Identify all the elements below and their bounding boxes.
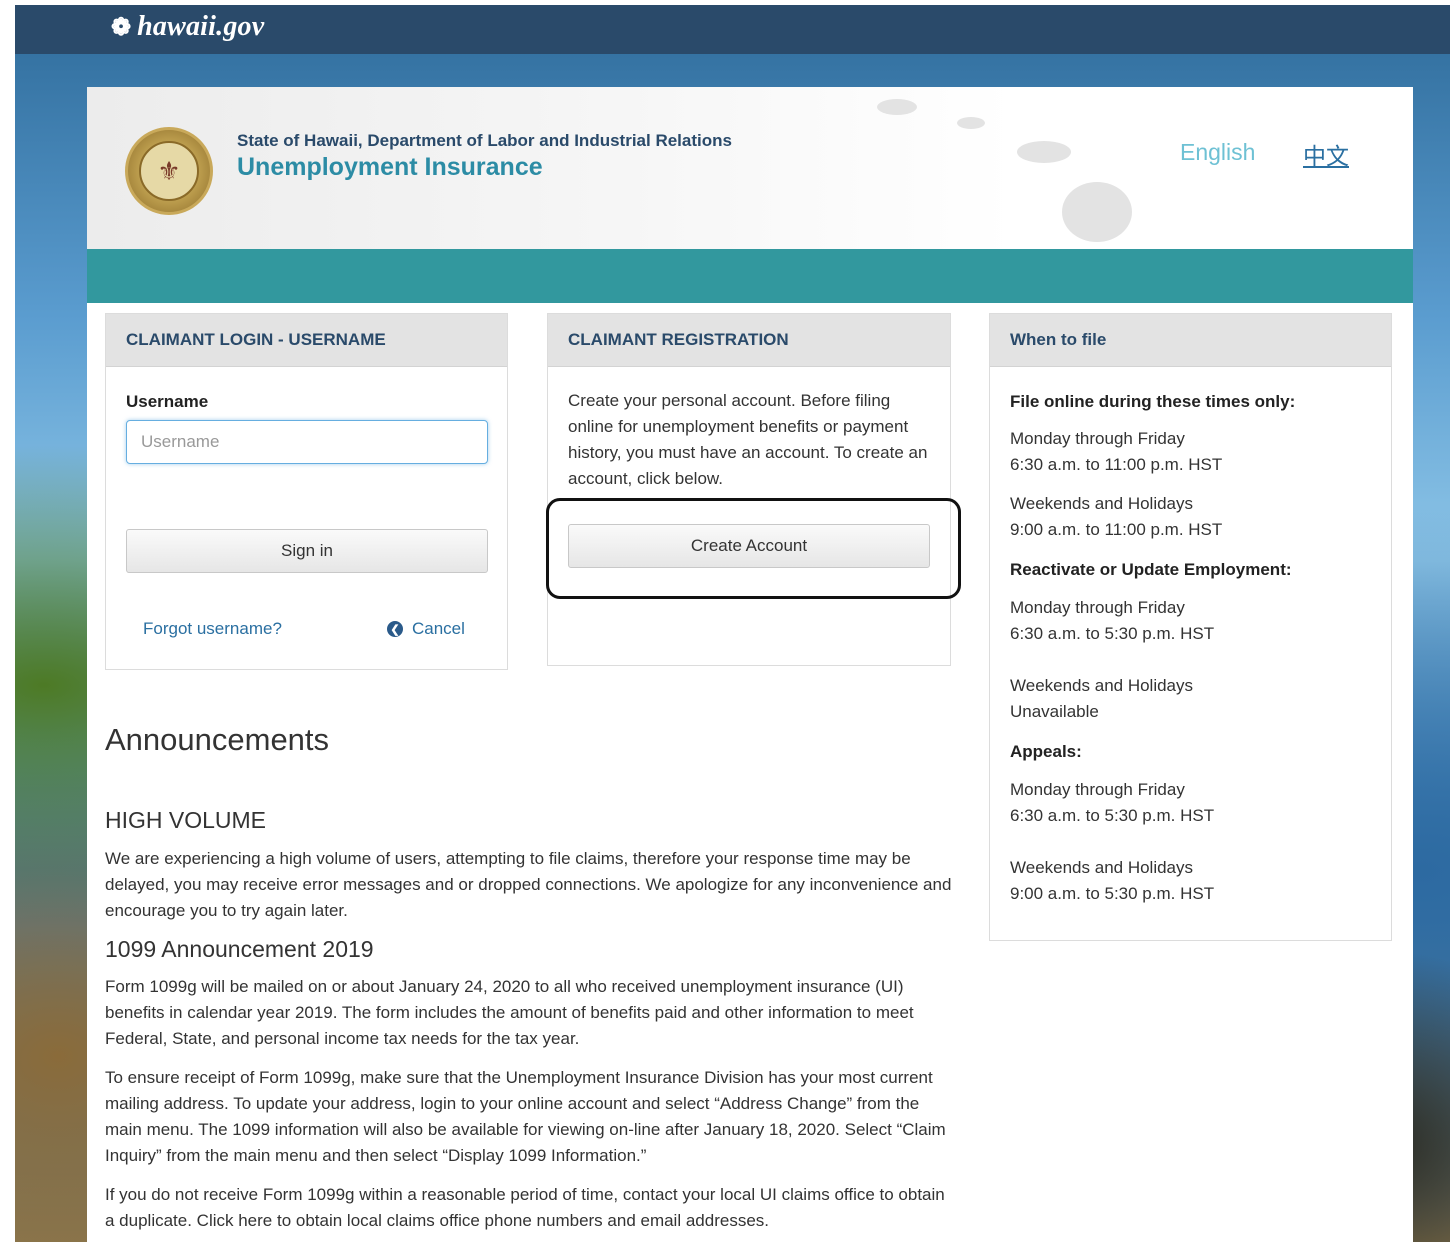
back-arrow-icon: ❮	[387, 621, 403, 637]
announcement-paragraph: To ensure receipt of Form 1099g, make su…	[105, 1068, 946, 1165]
language-english-link[interactable]: English	[1180, 139, 1255, 166]
when-to-file-box: When to file File online during these ti…	[989, 313, 1392, 941]
agency-name: State of Hawaii, Department of Labor and…	[237, 131, 732, 150]
schedule-hours: 6:30 a.m. to 11:00 p.m. HST	[1010, 455, 1223, 474]
schedule-days: Weekends and Holidays	[1010, 494, 1194, 513]
schedule-hours: 9:00 a.m. to 5:30 p.m. HST	[1010, 884, 1215, 903]
state-seal-icon: ⚜	[125, 127, 213, 215]
registration-box-title: CLAIMANT REGISTRATION	[548, 314, 950, 367]
username-input[interactable]	[126, 420, 488, 464]
nav-bar	[87, 249, 1413, 303]
announcement-paragraph: If you do not receive Form 1099g within …	[105, 1185, 945, 1230]
schedule-hours: 6:30 a.m. to 5:30 p.m. HST	[1010, 806, 1215, 825]
schedule-heading: Reactivate or Update Employment:	[1010, 560, 1292, 579]
forgot-username-link[interactable]: Forgot username?	[143, 619, 282, 639]
schedule-days: Monday through Friday	[1010, 598, 1185, 617]
schedule-days: Weekends and Holidays	[1010, 858, 1194, 877]
seal-emblem: ⚜	[139, 141, 199, 201]
announcement-paragraph: Form 1099g will be mailed on or about Ja…	[105, 977, 914, 1048]
when-to-file-title: When to file	[990, 314, 1391, 367]
schedule-entry: Weekends and Holidays 9:00 a.m. to 11:00…	[1010, 491, 1222, 543]
site-header: ⚜ State of Hawaii, Department of Labor a…	[87, 87, 1413, 249]
registration-box: CLAIMANT REGISTRATION Create your person…	[547, 313, 951, 666]
program-title: Unemployment Insurance	[237, 153, 543, 181]
sign-in-button[interactable]: Sign in	[126, 529, 488, 573]
main-panel: ⚜ State of Hawaii, Department of Labor a…	[87, 87, 1413, 1242]
schedule-entry: Weekends and Holidays Unavailable	[1010, 673, 1193, 725]
map-island-shape	[877, 99, 917, 115]
schedule-hours: Unavailable	[1010, 702, 1099, 721]
top-bar: ❁ hawaii.gov	[15, 5, 1450, 54]
schedule-entry: Monday through Friday 6:30 a.m. to 11:00…	[1010, 426, 1222, 478]
map-island-shape	[957, 117, 985, 129]
schedule-heading: Appeals:	[1010, 742, 1082, 761]
map-island-shape	[1017, 141, 1071, 163]
logo-text: hawaii.gov	[137, 11, 265, 42]
schedule-heading: File online during these times only:	[1010, 392, 1296, 411]
schedule-hours: 9:00 a.m. to 11:00 p.m. HST	[1010, 520, 1223, 539]
hibiscus-icon: ❁	[111, 14, 132, 41]
schedule-hours: 6:30 a.m. to 5:30 p.m. HST	[1010, 624, 1215, 643]
create-account-highlight	[546, 498, 961, 599]
username-label: Username	[126, 392, 209, 411]
announcements-title: Announcements	[105, 722, 330, 757]
registration-description: Create your personal account. Before fil…	[568, 391, 928, 488]
cancel-link[interactable]: ❮ Cancel	[387, 619, 465, 639]
announcement-paragraph: We are experiencing a high volume of use…	[105, 849, 952, 920]
site-logo[interactable]: ❁ hawaii.gov	[111, 11, 264, 43]
map-island-shape	[1062, 182, 1132, 242]
schedule-entry: Monday through Friday 6:30 a.m. to 5:30 …	[1010, 777, 1214, 829]
schedule-entry: Weekends and Holidays 9:00 a.m. to 5:30 …	[1010, 855, 1214, 907]
login-box-title: CLAIMANT LOGIN - USERNAME	[106, 314, 507, 367]
schedule-days: Monday through Friday	[1010, 780, 1185, 799]
schedule-days: Monday through Friday	[1010, 429, 1185, 448]
announcement-heading: 1099 Announcement 2019	[105, 936, 374, 962]
schedule-entry: Monday through Friday 6:30 a.m. to 5:30 …	[1010, 595, 1214, 647]
cancel-label: Cancel	[412, 619, 465, 638]
announcement-heading: HIGH VOLUME	[105, 807, 267, 833]
login-box: CLAIMANT LOGIN - USERNAME Username Sign …	[105, 313, 508, 670]
language-chinese-link[interactable]: 中文	[1303, 137, 1349, 171]
schedule-days: Weekends and Holidays	[1010, 676, 1194, 695]
